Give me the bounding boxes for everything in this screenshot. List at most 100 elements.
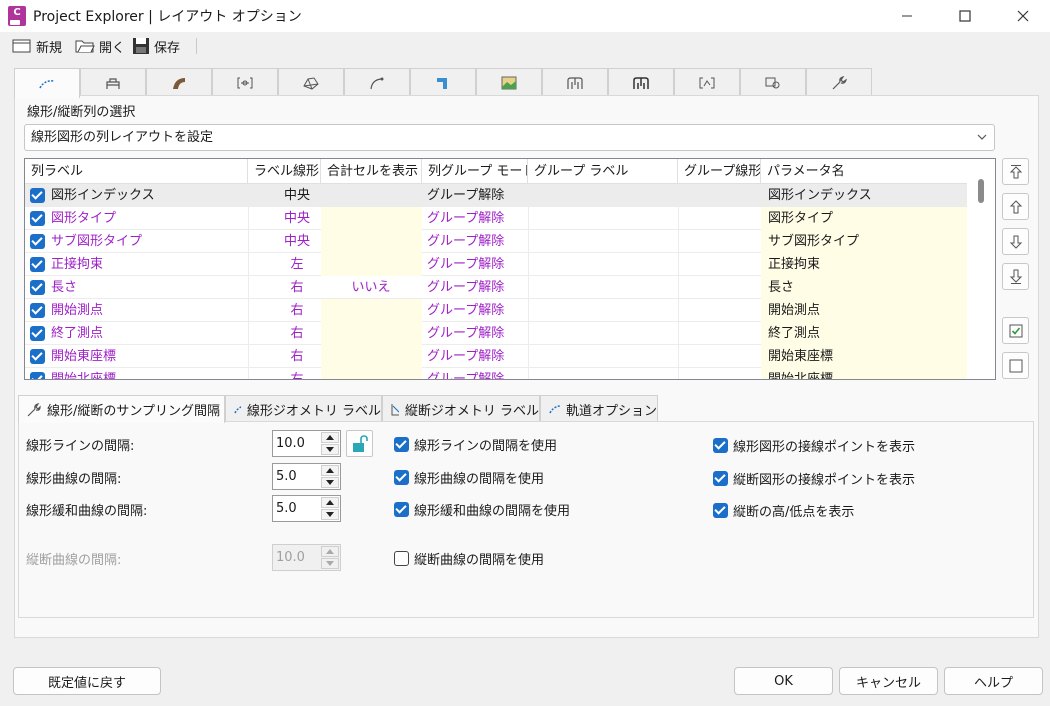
row-checkbox[interactable] <box>30 257 45 272</box>
spin-up-button[interactable] <box>321 465 339 476</box>
tab-alignment-geometry-labels[interactable]: 線形ジオメトリ ラベル <box>225 395 382 422</box>
header-show-total[interactable]: 合計セルを表示 <box>321 159 422 184</box>
tab-pipe[interactable] <box>410 68 476 96</box>
show-high-low-checkbox[interactable]: 縦断の高/低点を表示 <box>713 501 854 520</box>
tab-curve[interactable] <box>344 68 410 96</box>
header-column-label[interactable]: 列ラベル <box>25 159 248 184</box>
tab-profile-geometry-labels[interactable]: 縦断ジオメトリ ラベル <box>382 395 540 422</box>
tab-section[interactable] <box>674 68 740 96</box>
table-row[interactable]: サブ図形タイプ 中央 グループ解除 サブ図形タイプ <box>25 230 969 253</box>
save-button[interactable]: 保存 <box>132 35 180 57</box>
line-interval-spinner[interactable]: 10.0 <box>272 430 341 457</box>
tab-bridge[interactable] <box>80 68 146 96</box>
header-group-mode[interactable]: 列グループ モード <box>422 159 528 184</box>
move-down-button[interactable] <box>1002 228 1029 255</box>
row-total[interactable] <box>321 322 421 345</box>
checkbox-checked[interactable] <box>713 471 728 486</box>
row-checkbox[interactable] <box>30 211 45 226</box>
row-group-mode[interactable]: グループ解除 <box>427 368 527 379</box>
minimize-button[interactable] <box>884 0 930 32</box>
checkbox-checked[interactable] <box>713 438 728 453</box>
table-row[interactable]: 開始北座標 右 グループ解除 開始北座標 <box>25 368 969 379</box>
table-row[interactable]: 図形タイプ 中央 グループ解除 図形タイプ <box>25 207 969 230</box>
cancel-button[interactable]: キャンセル <box>839 667 938 695</box>
tab-surface[interactable] <box>278 68 344 96</box>
row-total[interactable] <box>321 368 421 379</box>
table-row[interactable]: 正接拘束 左 グループ解除 正接拘束 <box>25 253 969 276</box>
tab-image[interactable] <box>476 68 542 96</box>
row-group-mode[interactable]: グループ解除 <box>427 345 527 368</box>
spiral-interval-value[interactable]: 5.0 <box>276 496 297 521</box>
row-group-mode[interactable]: グループ解除 <box>427 322 527 345</box>
layout-combo[interactable]: 線形図形の列レイアウトを設定 <box>24 124 995 151</box>
spin-up-button[interactable] <box>321 432 339 443</box>
row-total[interactable] <box>321 230 421 253</box>
spiral-interval-spinner[interactable]: 5.0 <box>272 495 341 522</box>
spin-down-button[interactable] <box>321 444 339 455</box>
curve-interval-spinner[interactable]: 5.0 <box>272 463 341 490</box>
tab-intersection[interactable] <box>740 68 806 96</box>
header-group-label[interactable]: グループ ラベル <box>528 159 678 184</box>
row-checkbox[interactable] <box>30 280 45 295</box>
checkbox-checked[interactable] <box>394 470 409 485</box>
line-interval-value[interactable]: 10.0 <box>276 431 305 456</box>
row-checkbox[interactable] <box>30 234 45 249</box>
close-button[interactable] <box>1000 0 1046 32</box>
spin-up-button[interactable] <box>321 497 339 508</box>
uncheck-all-button[interactable] <box>1002 352 1029 379</box>
checkbox-unchecked[interactable] <box>394 551 409 566</box>
tab-rail-options[interactable]: 軌道オプション <box>540 395 658 422</box>
row-total[interactable] <box>321 253 421 276</box>
reset-defaults-button[interactable]: 既定値に戻す <box>13 667 161 695</box>
header-group-align[interactable]: グループ線形 <box>678 159 761 184</box>
row-checkbox[interactable] <box>30 372 45 379</box>
checkbox-checked[interactable] <box>394 437 409 452</box>
show-alignment-tangent-checkbox[interactable]: 線形図形の接線ポイントを表示 <box>713 436 915 455</box>
show-profile-tangent-checkbox[interactable]: 縦断図形の接線ポイントを表示 <box>713 469 915 488</box>
spin-down-button[interactable] <box>321 477 339 488</box>
tab-settings[interactable] <box>806 68 872 96</box>
row-checkbox[interactable] <box>30 303 45 318</box>
tab-road[interactable] <box>146 68 212 96</box>
checkbox-checked[interactable] <box>394 502 409 517</box>
tab-alignment[interactable] <box>14 68 80 98</box>
table-row[interactable]: 開始東座標 右 グループ解除 開始東座標 <box>25 345 969 368</box>
grid-scrollbar[interactable] <box>967 159 995 379</box>
spin-down-button[interactable] <box>321 509 339 520</box>
tab-sampling[interactable]: 線形/縦断のサンプリング間隔 <box>18 395 225 423</box>
move-up-button[interactable] <box>1002 193 1029 220</box>
row-group-mode[interactable]: グループ解除 <box>427 276 527 299</box>
tab-frame[interactable] <box>212 68 278 96</box>
header-label-align[interactable]: ラベル線形 <box>248 159 321 184</box>
new-button[interactable]: 新規 <box>12 35 62 57</box>
scroll-thumb[interactable] <box>978 179 984 203</box>
table-row[interactable]: 長さ 右 いいえ グループ解除 長さ <box>25 276 969 299</box>
row-group-mode[interactable]: グループ解除 <box>427 253 527 276</box>
row-group-mode[interactable]: グループ解除 <box>427 207 527 230</box>
help-button[interactable]: ヘルプ <box>944 667 1043 695</box>
move-top-button[interactable] <box>1002 158 1029 185</box>
use-vcurve-interval-checkbox[interactable]: 縦断曲線の間隔を使用 <box>394 549 544 568</box>
checkbox-checked[interactable] <box>713 503 728 518</box>
lock-button[interactable] <box>346 430 373 457</box>
row-total[interactable] <box>321 299 421 322</box>
move-bottom-button[interactable] <box>1002 263 1029 290</box>
tab-assembly[interactable] <box>608 68 674 96</box>
row-total[interactable]: いいえ <box>321 276 421 299</box>
table-row[interactable]: 図形インデックス 中央 グループ解除 図形インデックス <box>25 184 969 207</box>
row-group-mode[interactable]: グループ解除 <box>427 230 527 253</box>
row-total[interactable] <box>321 184 421 207</box>
header-param-name[interactable]: パラメータ名 <box>761 159 969 184</box>
ok-button[interactable]: OK <box>734 667 833 695</box>
open-button[interactable]: 開く <box>75 35 125 57</box>
row-checkbox[interactable] <box>30 349 45 364</box>
use-spiral-interval-checkbox[interactable]: 線形緩和曲線の間隔を使用 <box>394 500 570 519</box>
table-row[interactable]: 開始測点 右 グループ解除 開始測点 <box>25 299 969 322</box>
use-line-interval-checkbox[interactable]: 線形ラインの間隔を使用 <box>394 435 557 454</box>
row-checkbox[interactable] <box>30 188 45 203</box>
maximize-button[interactable] <box>942 0 988 32</box>
tab-corridor[interactable] <box>542 68 608 96</box>
check-all-button[interactable] <box>1002 317 1029 344</box>
row-total[interactable] <box>321 207 421 230</box>
table-row[interactable]: 終了測点 右 グループ解除 終了測点 <box>25 322 969 345</box>
